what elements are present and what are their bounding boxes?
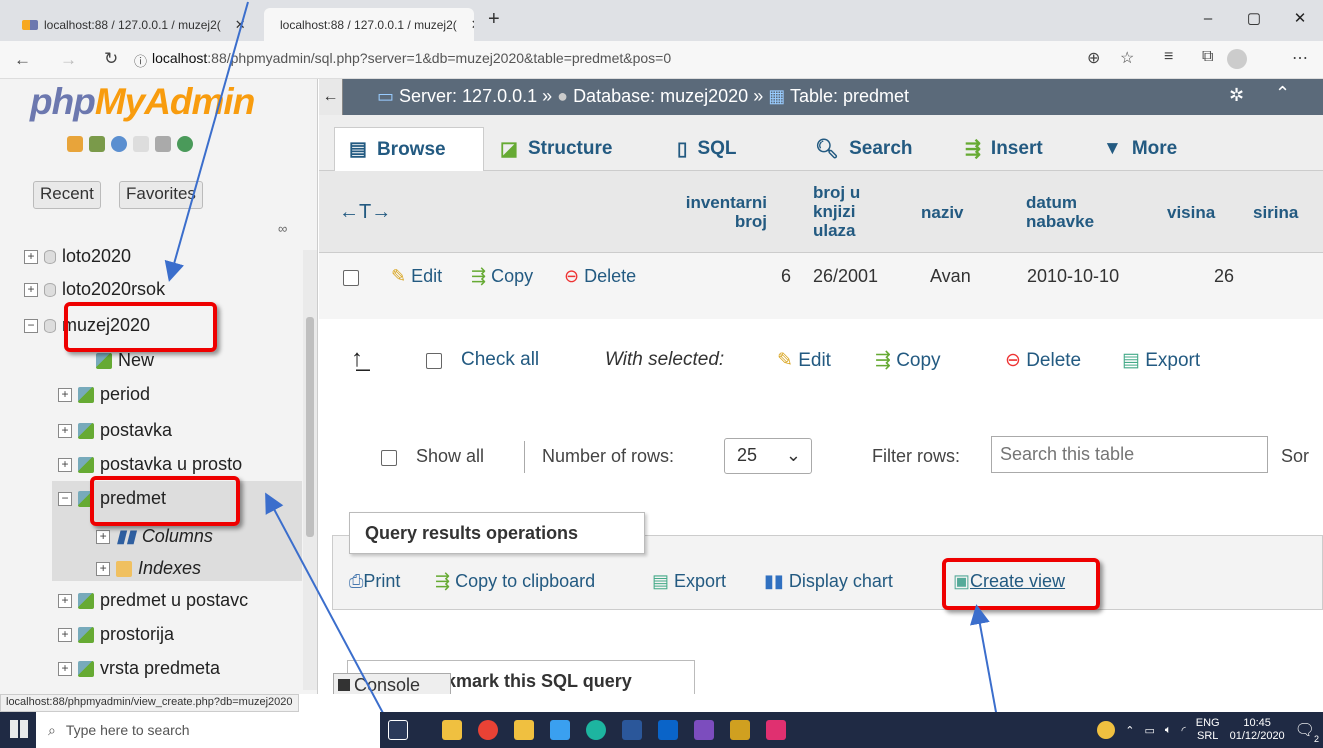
word-icon[interactable] <box>622 720 642 740</box>
clock[interactable]: 10:45 01/12/2020 <box>1230 717 1285 743</box>
chrome-icon[interactable] <box>478 720 498 740</box>
annotation-arrow <box>164 1 249 282</box>
system-tray: ⌃ ▭ 🔈︎ ◜ ENG SRL 10:45 01/12/2020 🗨︎ 2 <box>1097 712 1323 748</box>
notification-badge: 2 <box>1313 734 1319 744</box>
app-icon[interactable] <box>550 720 570 740</box>
notifications-icon[interactable]: 🗨︎ 2 <box>1295 720 1319 744</box>
annotation-arrows <box>164 1 1003 746</box>
visual-studio-icon[interactable] <box>694 720 714 740</box>
file-explorer-icon[interactable] <box>442 720 462 740</box>
help-tray-icon[interactable] <box>1097 721 1116 739</box>
edge-icon[interactable] <box>586 720 606 740</box>
app-icon[interactable] <box>766 720 786 740</box>
store-icon[interactable] <box>514 720 534 740</box>
mail-icon[interactable] <box>658 720 678 740</box>
windows-start-icon[interactable] <box>10 720 28 738</box>
task-view-icon[interactable] <box>388 720 408 740</box>
app-icon[interactable] <box>730 720 750 740</box>
volume-icon[interactable]: 🔈︎ <box>1165 724 1172 737</box>
network-icon[interactable]: ◜ <box>1182 724 1186 737</box>
chevron-up-icon[interactable]: ⌃ <box>1125 724 1134 737</box>
search-icon: ⌕ <box>48 721 56 738</box>
battery-icon[interactable]: ▭ <box>1145 724 1155 737</box>
status-bar-url: localhost:88/phpmyadmin/view_create.php?… <box>0 694 299 712</box>
taskbar-search[interactable]: ⌕ Type here to search <box>36 712 380 748</box>
language-indicator[interactable]: ENG SRL <box>1196 717 1220 743</box>
